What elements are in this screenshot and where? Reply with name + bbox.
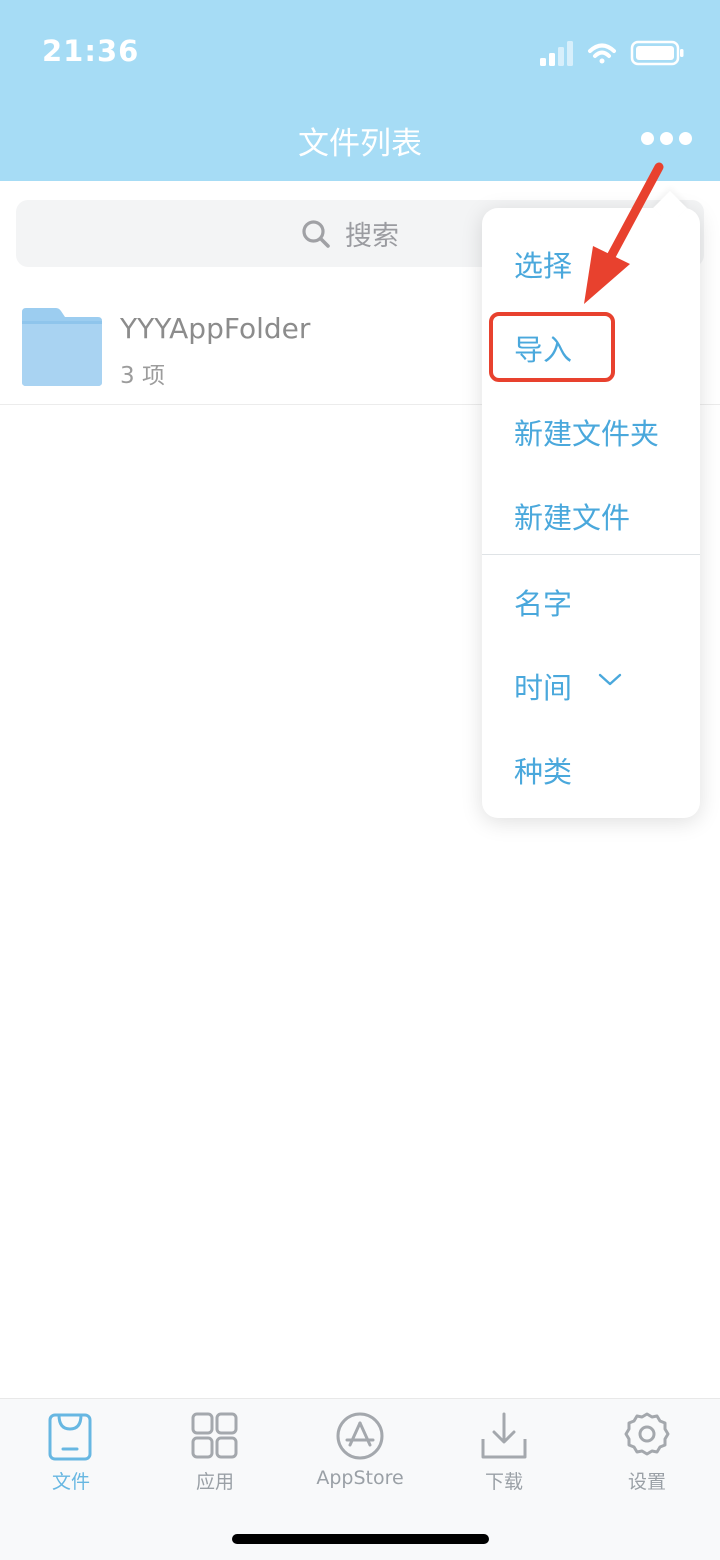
- more-dot-icon: [640, 131, 654, 145]
- more-options-button[interactable]: [636, 118, 696, 158]
- tab-settings[interactable]: 设置: [592, 1409, 702, 1499]
- tab-label: AppStore: [316, 1467, 404, 1489]
- wifi-icon: [588, 43, 616, 64]
- annotation-highlight-box: [489, 312, 615, 382]
- menu-item-new-folder[interactable]: 新建文件夹: [514, 411, 659, 453]
- page-title: 文件列表: [298, 126, 422, 162]
- more-dot-icon: [678, 131, 692, 145]
- chevron-down-icon: [598, 673, 622, 686]
- annotation-arrow-icon: [584, 162, 664, 304]
- sort-by-time[interactable]: 时间: [514, 665, 572, 707]
- more-dot-icon: [659, 131, 673, 145]
- tab-downloads[interactable]: 下载: [449, 1409, 559, 1499]
- tab-label: 文件: [51, 1471, 90, 1493]
- files-icon: [48, 1413, 92, 1461]
- tab-label: 下载: [484, 1471, 523, 1493]
- tab-apps[interactable]: 应用: [160, 1409, 270, 1499]
- appstore-icon: [336, 1412, 384, 1460]
- tab-label: 应用: [195, 1471, 234, 1493]
- nav-header: 21:36 文件列表: [0, 0, 720, 181]
- apps-grid-icon: [191, 1412, 238, 1459]
- file-name: YYYAppFolder: [120, 312, 311, 345]
- battery-icon: [630, 40, 684, 66]
- signal-icon: [540, 41, 573, 66]
- search-icon: [302, 219, 330, 248]
- tab-label: 设置: [627, 1471, 666, 1493]
- home-indicator: [232, 1534, 489, 1544]
- sort-by-kind[interactable]: 种类: [514, 749, 572, 791]
- file-item-count: 3 项: [120, 363, 165, 389]
- tab-appstore[interactable]: AppStore: [305, 1409, 415, 1499]
- tab-files[interactable]: 文件: [16, 1409, 126, 1499]
- menu-divider: [482, 554, 700, 555]
- status-icons: [540, 40, 684, 66]
- menu-item-new-file[interactable]: 新建文件: [514, 495, 630, 537]
- sort-by-name[interactable]: 名字: [514, 581, 572, 623]
- folder-icon: [22, 308, 102, 386]
- download-icon: [481, 1412, 527, 1459]
- gear-icon: [624, 1412, 670, 1456]
- status-time: 21:36: [42, 34, 140, 68]
- search-placeholder: 搜索: [345, 221, 399, 252]
